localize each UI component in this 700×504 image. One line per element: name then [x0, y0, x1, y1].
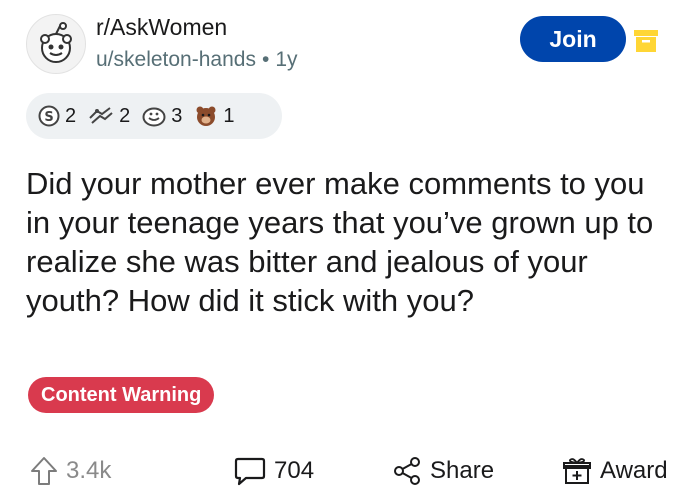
comment-count: 704 — [274, 457, 315, 484]
wholesome-award-icon — [142, 107, 166, 127]
post-title[interactable]: Did your mother ever make comments to yo… — [26, 164, 676, 320]
award-count: 3 — [171, 104, 183, 127]
share-button[interactable]: Share — [392, 456, 494, 486]
award-count: 2 — [119, 104, 131, 127]
svg-text:S: S — [44, 110, 53, 125]
gift-icon — [563, 458, 591, 484]
bear-award-icon — [196, 106, 216, 126]
comment-bubble-icon — [234, 457, 266, 486]
award-count: 2 — [65, 104, 77, 127]
join-button[interactable]: Join — [520, 16, 626, 62]
award-label: Award — [600, 457, 668, 484]
award-item[interactable]: 2 — [88, 105, 130, 128]
share-icon — [394, 457, 420, 485]
subreddit-avatar[interactable] — [26, 14, 86, 74]
archive-icon — [634, 30, 658, 52]
upvote-button[interactable]: 3.4k — [30, 456, 111, 486]
award-item[interactable]: 1 — [194, 104, 235, 128]
post-age: 1y — [275, 48, 298, 71]
helpful-award-icon — [89, 107, 113, 124]
subreddit-name[interactable]: r/AskWomen — [96, 14, 227, 41]
award-item[interactable]: 3 — [142, 105, 182, 128]
silver-award-icon: S — [38, 105, 60, 127]
author-link[interactable]: u/skeleton-hands — [96, 48, 256, 71]
award-item[interactable]: S 2 — [38, 105, 76, 128]
meta-separator: • — [261, 48, 270, 71]
post-meta: u/skeleton-hands • 1y — [96, 48, 298, 72]
post-action-bar: 3.4k 704 Share Award — [0, 450, 700, 500]
post-header: r/AskWomen u/skeleton-hands • 1y Join — [26, 12, 666, 76]
award-button[interactable]: Award — [562, 456, 668, 486]
snoo-icon — [40, 22, 72, 63]
share-label: Share — [430, 457, 495, 484]
award-count: 1 — [223, 104, 235, 127]
comments-button[interactable]: 704 — [234, 456, 314, 486]
vote-count: 3.4k — [66, 457, 112, 484]
upvote-arrow-icon — [31, 457, 57, 485]
awards-bar[interactable]: S 2 2 3 1 — [26, 93, 282, 139]
content-warning-badge[interactable]: Content Warning — [28, 377, 215, 413]
